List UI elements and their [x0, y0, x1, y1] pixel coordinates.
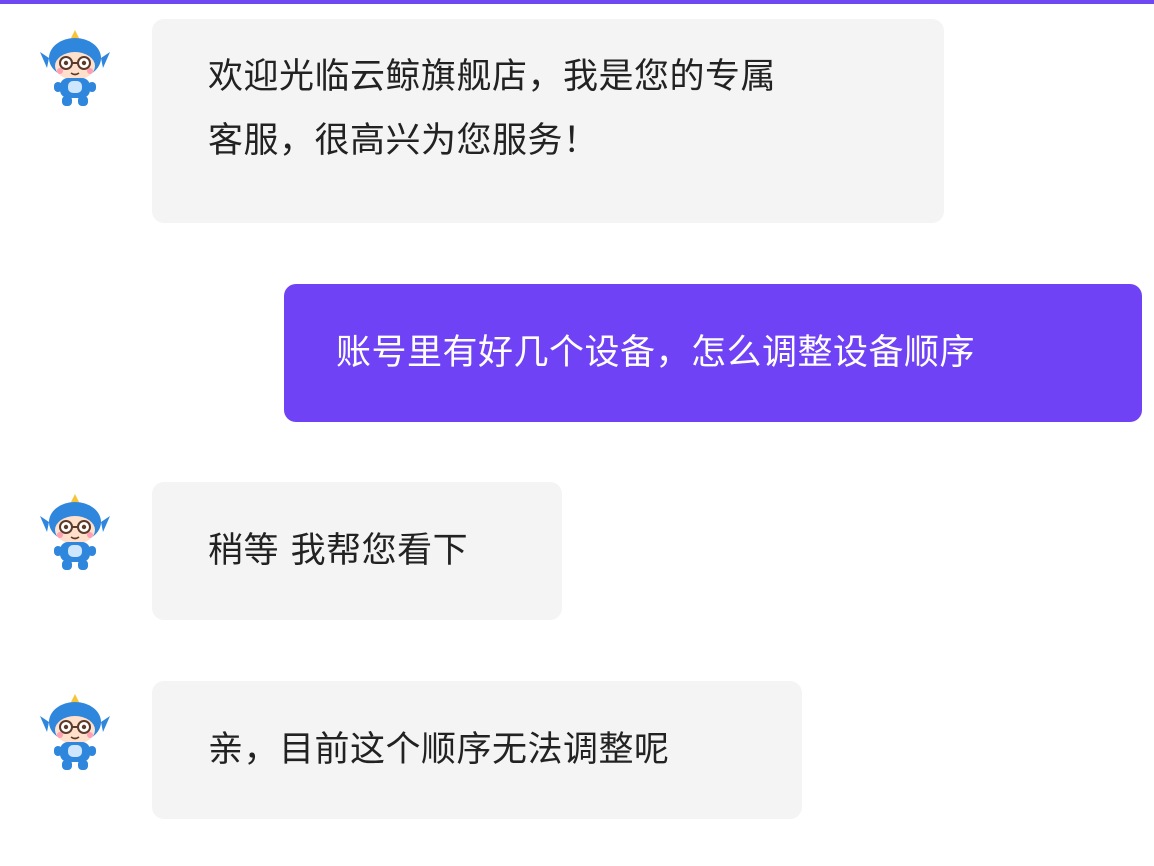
- message-text-line: 亲，目前这个顺序无法调整呢: [208, 730, 670, 770]
- agent-message-bubble: 欢迎光临云鲸旗舰店，我是您的专属 客服，很高兴为您服务！: [152, 19, 944, 223]
- agent-message-bubble: 亲，目前这个顺序无法调整呢: [152, 681, 802, 819]
- agent-message-bubble: 稍等 我帮您看下: [152, 482, 562, 620]
- message-text-line: 客服，很高兴为您服务！: [208, 121, 599, 161]
- message-text-line: 账号里有好几个设备，怎么调整设备顺序: [336, 333, 976, 373]
- agent-avatar-icon[interactable]: [38, 692, 112, 772]
- agent-avatar-icon[interactable]: [38, 28, 112, 108]
- message-text-line: 稍等 我帮您看下: [208, 531, 469, 571]
- message-text-line: 欢迎光临云鲸旗舰店，我是您的专属: [208, 57, 777, 97]
- user-message-bubble: 账号里有好几个设备，怎么调整设备顺序: [284, 284, 1142, 422]
- top-accent-bar: [0, 0, 1154, 4]
- agent-avatar-icon[interactable]: [38, 492, 112, 572]
